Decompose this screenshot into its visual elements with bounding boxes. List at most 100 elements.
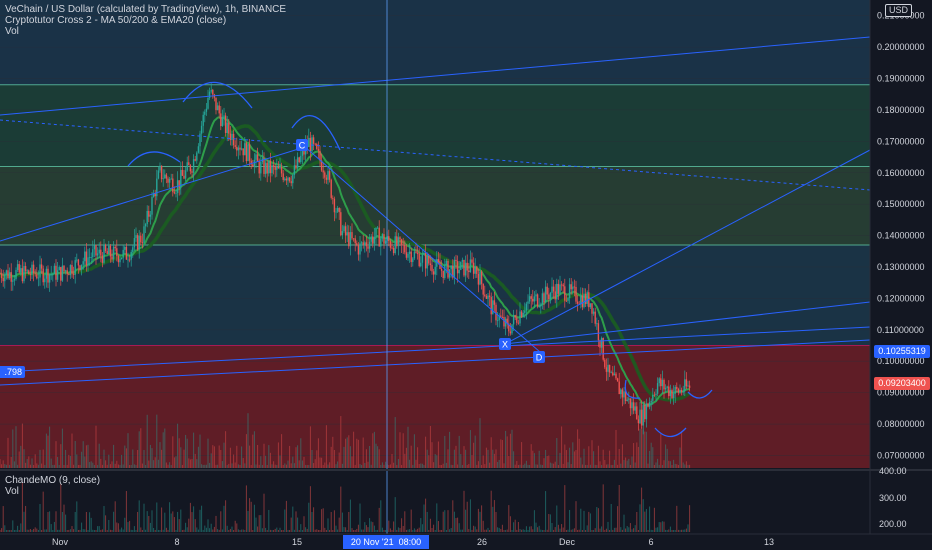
candle-body [618,381,620,395]
candle-body [232,133,235,146]
volume-bar [66,464,68,468]
sub-volume-bar [620,527,622,532]
volume-legend[interactable]: Vol [5,26,19,37]
sub-volume-bar [306,528,308,532]
candle-body [520,311,523,317]
candle-body [255,154,257,160]
volume-bar [90,461,92,468]
time-tick-label: 6 [648,537,653,547]
candle-body [639,409,641,424]
sub-volume-bar [127,522,129,532]
sub-volume-bar [607,521,609,532]
sub-volume-bar [493,500,495,532]
volume-bar [490,437,492,468]
candle-body [597,323,600,341]
volume-bar [378,449,380,468]
sub-volume-bar [74,511,76,532]
volume-bar [356,438,358,468]
candle-body [269,160,272,174]
sub-volume-bar [149,522,151,532]
volume-bar [631,456,633,468]
candle-body [106,251,108,254]
volume-bar [601,464,603,468]
candle-body [208,91,211,98]
volume-bar [213,446,215,468]
sub-volume-legend[interactable]: Vol [5,486,19,497]
volume-bar [471,454,473,468]
candle-body [253,159,256,167]
volume-bar [28,456,30,468]
candle-body [607,364,609,372]
volume-bar [108,454,110,468]
candle-body [664,387,667,390]
volume-bar [327,464,329,468]
candle-body [496,320,499,322]
price-chart[interactable]: CXD0.070000000.080000000.090000000.10000… [0,0,932,550]
sub-volume-bar [634,525,636,532]
sub-volume-bar [58,529,60,532]
sub-volume-bar [337,529,339,532]
volume-bar [234,462,236,468]
sub-volume-bar [637,529,639,532]
sub-volume-bar [583,510,585,532]
currency-badge[interactable]: USD [884,4,912,17]
volume-bar [591,440,593,468]
price-label-red: 0.09203400 [874,377,930,390]
sub-volume-bar [173,517,175,532]
candle-body [236,146,238,151]
candle-body [45,268,48,279]
sub-volume-bar [21,482,23,532]
volume-bar [537,464,539,468]
volume-bar [284,463,286,468]
volume-bar [540,464,542,468]
indicator-legend[interactable]: Cryptotutor Cross 2 - MA 50/200 & EMA20 … [5,15,226,26]
volume-bar [391,453,393,468]
volume-bar [383,464,385,468]
candle-body [12,280,14,282]
candle-body [612,372,614,376]
sub-volume-bar [676,505,678,532]
candle-body [420,262,422,267]
volume-bar [329,462,331,468]
volume-bar [244,463,246,468]
volume-bar [369,445,371,468]
sub-volume-bar [580,508,582,532]
candle-body [552,286,555,292]
volume-bar [433,462,435,468]
volume-bar [509,433,511,468]
sub-volume-bar [297,517,299,532]
volume-bar [57,456,59,468]
volume-bar [322,464,324,468]
candle-body [644,405,646,420]
sub-volume-bar [189,502,191,532]
candle-body [101,255,104,263]
volume-bar [578,438,580,468]
chart-title: VeChain / US Dollar (calculated by Tradi… [5,4,287,15]
volume-bar [577,429,579,468]
candle-body [104,245,107,252]
candle-body [608,364,611,373]
sub-volume-bar [289,530,291,532]
candle-body [124,246,126,250]
candle-body [450,265,452,270]
sub-volume-bar [354,529,356,532]
volume-bar [628,458,630,468]
volume-bar [177,423,179,468]
volume-bar [415,459,417,468]
chandemo-legend[interactable]: ChandeMO (9, close) [5,475,100,486]
volume-bar [101,464,103,468]
time-tick-label: Dec [559,537,576,547]
volume-bar [129,464,131,468]
zone-upper [0,84,870,167]
candle-body [592,311,595,314]
volume-bar [650,442,652,468]
candle-body [378,227,380,247]
candle-body [74,260,76,275]
candle-body [346,232,348,236]
candle-body [290,181,292,184]
sub-volume-bar [25,505,27,532]
sub-volume-bar [393,521,395,532]
volume-bar [113,444,115,468]
sub-volume-bar [73,529,75,532]
sub-volume-bar [37,529,39,532]
